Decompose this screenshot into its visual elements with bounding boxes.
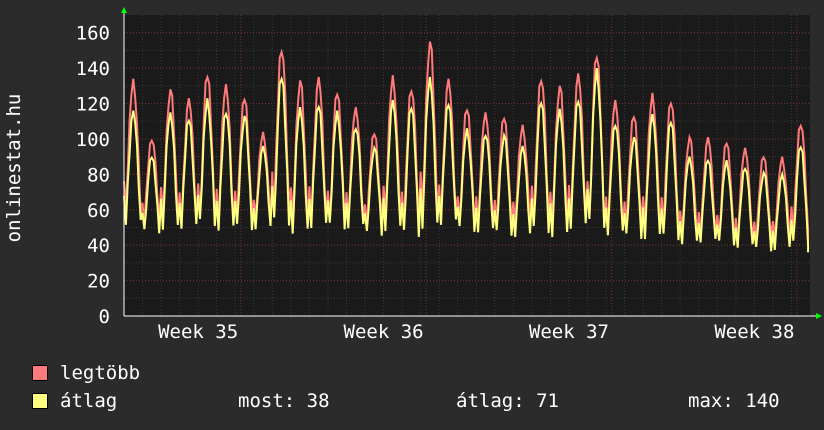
y-axis-label: onlinestat.hu (3, 93, 25, 243)
legend-swatch-avg (32, 393, 48, 409)
x-tick-label: Week 36 (344, 321, 424, 343)
x-tick-label: Week 37 (529, 321, 609, 343)
x-tick-label: Week 35 (158, 321, 238, 343)
y-tick-label: 40 (87, 235, 110, 257)
y-tick-label: 140 (76, 58, 110, 80)
x-tick-label: Week 38 (714, 321, 794, 343)
plot-area (124, 15, 810, 316)
y-tick-label: 20 (87, 271, 110, 293)
legend-swatch-max (32, 365, 48, 381)
y-tick-label: 100 (76, 129, 110, 151)
stat-max: max: 140 (688, 390, 780, 412)
y-tick-label: 60 (87, 200, 110, 222)
y-tick-label: 80 (87, 164, 110, 186)
y-tick-label: 120 (76, 94, 110, 116)
stat-now: most: 38 (238, 390, 330, 412)
y-axis-arrow (121, 7, 127, 13)
legend-label-max: legtöbb (60, 362, 141, 384)
legend-label-avg: átlag (60, 390, 118, 412)
stat-average: átlag: 71 (456, 390, 559, 412)
y-tick-label: 160 (76, 23, 110, 45)
legend-item-avg: átlag (32, 390, 117, 412)
x-axis-arrow (816, 313, 822, 319)
legend-item-max: legtöbb (32, 362, 140, 384)
y-tick-label: 0 (99, 306, 110, 328)
